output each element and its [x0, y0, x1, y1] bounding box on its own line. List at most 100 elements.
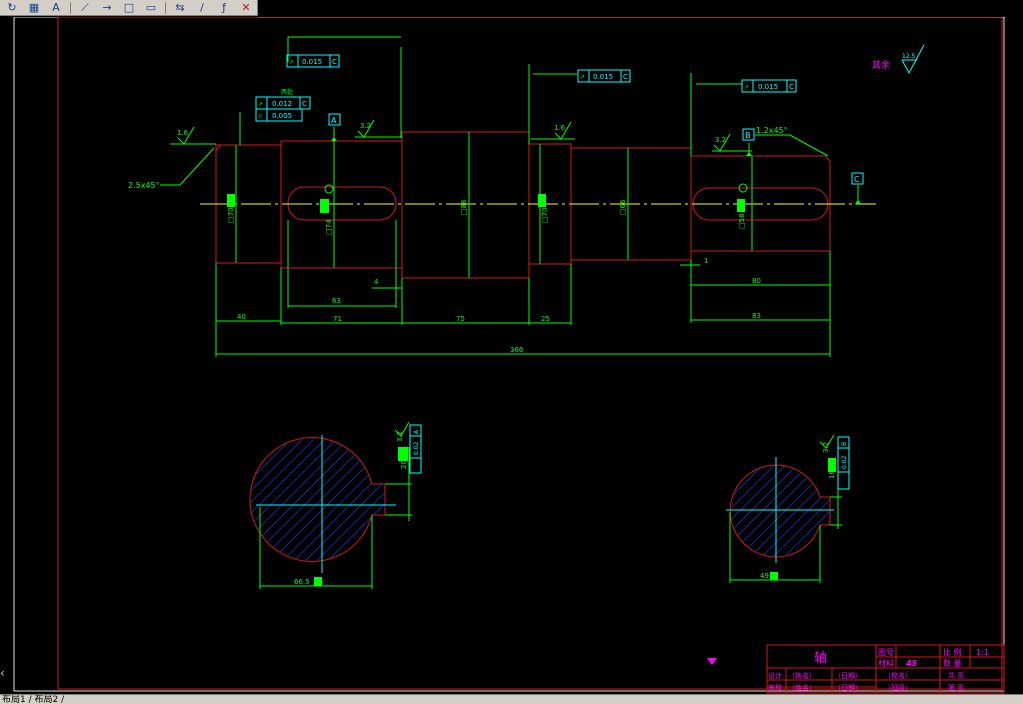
dim-4: 4	[374, 278, 379, 286]
dim-1: 1	[704, 257, 708, 265]
datum-boxes	[328, 113, 864, 185]
dia-label-3: □86	[460, 199, 468, 215]
check-name: （姓名）	[788, 683, 816, 692]
rough-2: 3.2	[360, 122, 371, 130]
roughness-symbols	[177, 119, 731, 152]
dia-label-2: □74	[325, 219, 333, 235]
collapse-arrow-icon[interactable]: ‹	[0, 666, 10, 680]
layout-tabs[interactable]: 布局1 / 布局2 /	[0, 694, 1023, 704]
chamfer-left: 2.5x45°	[128, 181, 160, 190]
datum-c: C	[854, 175, 860, 184]
class-name: （班级）	[884, 683, 912, 692]
rectangle-icon[interactable]: □	[119, 1, 139, 15]
school-name: （校名）	[884, 671, 912, 680]
dia-label-1: □70	[227, 207, 235, 223]
material-value: 45	[905, 659, 918, 668]
tolerance-frames	[255, 54, 797, 122]
tol-4-datum: C	[623, 73, 628, 81]
design-date: （日期）	[834, 672, 862, 680]
toolbar-separator	[165, 1, 166, 14]
drawing-frame	[57, 17, 1003, 690]
tol-1-value: 0.015	[302, 58, 322, 66]
leader-icon[interactable]: ⟋	[75, 1, 95, 15]
check-date: （日期）	[834, 684, 862, 692]
section-left-datum: A	[413, 429, 420, 434]
slash-icon[interactable]: /	[192, 1, 212, 15]
scale-value: 1:1	[976, 648, 989, 657]
dim-80: 80	[752, 277, 761, 285]
tol-3-value: 0.005	[272, 112, 292, 120]
small-circle-marks	[324, 183, 748, 194]
label-scale: 比 例	[943, 647, 962, 657]
chamfer-right: 1.2x45°	[756, 126, 788, 135]
svg-text:↗: ↗	[258, 101, 263, 108]
dim-75: 75	[456, 315, 465, 323]
tol-5-datum: C	[789, 83, 794, 91]
cad-drawing-canvas[interactable]: □70 □74 □86 □70 □66 □58 40 71 75 25 83 8…	[0, 17, 1023, 694]
roughness-labels: 1.6 3.2 1.6 3.2	[177, 122, 726, 144]
redraw-icon[interactable]: ↻	[2, 1, 22, 15]
datum-a: A	[331, 116, 337, 125]
toolbar-strip	[258, 0, 1023, 18]
tol-2-value: 0.012	[272, 100, 292, 108]
drawing-toolbar: ↻ ▦ A ⟋ → □ ▭ ⇆ / ƒ ✕	[0, 0, 258, 16]
svg-text:⌭: ⌭	[258, 113, 263, 120]
tol-1-datum: C	[332, 58, 337, 66]
rough-3: 1.6	[554, 124, 566, 132]
datum-b: B	[745, 131, 751, 140]
section-right-width: 49	[760, 572, 769, 580]
erase-icon[interactable]: ✕	[236, 1, 256, 15]
section-right-tol: 0.02	[841, 455, 848, 469]
dim-25: 25	[541, 315, 550, 323]
label-qty: 数 量	[943, 658, 962, 668]
dim-83: 83	[752, 312, 761, 320]
label-drawing-no: 图号	[878, 648, 894, 657]
label-check: 审核	[768, 683, 782, 692]
section-right-rough: 3.2	[822, 442, 830, 453]
rest-roughness-label: 其余	[872, 59, 890, 71]
tolerance-values: 0.015 C 0.012 C 0.005 0.015 C 0.015 C	[272, 58, 794, 120]
stroke-icon[interactable]: ƒ	[214, 1, 234, 15]
section-right-datum: B	[841, 442, 848, 446]
tol-2-note: 两处	[281, 88, 293, 96]
diameter-dimensions	[235, 132, 753, 278]
chamfer-labels: 2.5x45° 1.2x45°	[128, 126, 788, 190]
label-design: 设计	[768, 671, 782, 680]
tolerance-icons: ↗ ↗ ⌭ ↗ ↗	[258, 59, 749, 120]
dim-40: 40	[237, 313, 246, 321]
section-left-width: 66.5	[294, 578, 310, 586]
design-name: （姓名）	[788, 671, 816, 680]
arrow-leader-icon[interactable]: →	[97, 1, 117, 15]
rough-4: 3.2	[715, 136, 726, 144]
section-right-key: 16	[828, 470, 836, 479]
square-icon[interactable]: ▭	[141, 1, 161, 15]
dia-label-5: □66	[619, 199, 627, 215]
rough-1: 1.6	[177, 129, 189, 137]
text-style-icon[interactable]: A	[46, 1, 66, 15]
tol-4-value: 0.015	[593, 73, 613, 81]
section-right: 49 16 3.2 0.02 B	[726, 434, 850, 583]
tol-2-datum: C	[302, 100, 307, 108]
align-icon[interactable]: ⇆	[170, 1, 190, 15]
insertion-marker-icon	[707, 658, 717, 665]
svg-text:↗: ↗	[289, 59, 294, 66]
rest-roughness-value: 12.5	[902, 53, 916, 60]
section-left-tol: 0.02	[413, 441, 420, 455]
section-left-rough: 3.2	[396, 431, 404, 442]
total-pages: 共 页	[948, 671, 964, 680]
right-edge	[1005, 17, 1023, 688]
dim-366: 366	[510, 346, 524, 354]
svg-text:↗: ↗	[580, 74, 585, 81]
dia-label-4: □70	[541, 207, 549, 223]
dia-label-6: □58	[738, 213, 746, 229]
section-left-key: 20	[400, 460, 408, 469]
part-name: 轴	[814, 651, 827, 666]
toolbar-separator	[70, 1, 71, 14]
dim-63: 63	[332, 297, 341, 305]
label-material: 材料	[878, 658, 894, 668]
title-block-text: 轴 图号 材料 45 比 例 1:1 数 量 设计 审核 （姓名） （姓名） （…	[768, 647, 989, 692]
svg-text:↗: ↗	[744, 84, 749, 91]
datum-triangles	[331, 137, 861, 204]
table-icon[interactable]: ▦	[24, 1, 44, 15]
page-number: 第 页	[948, 683, 964, 692]
